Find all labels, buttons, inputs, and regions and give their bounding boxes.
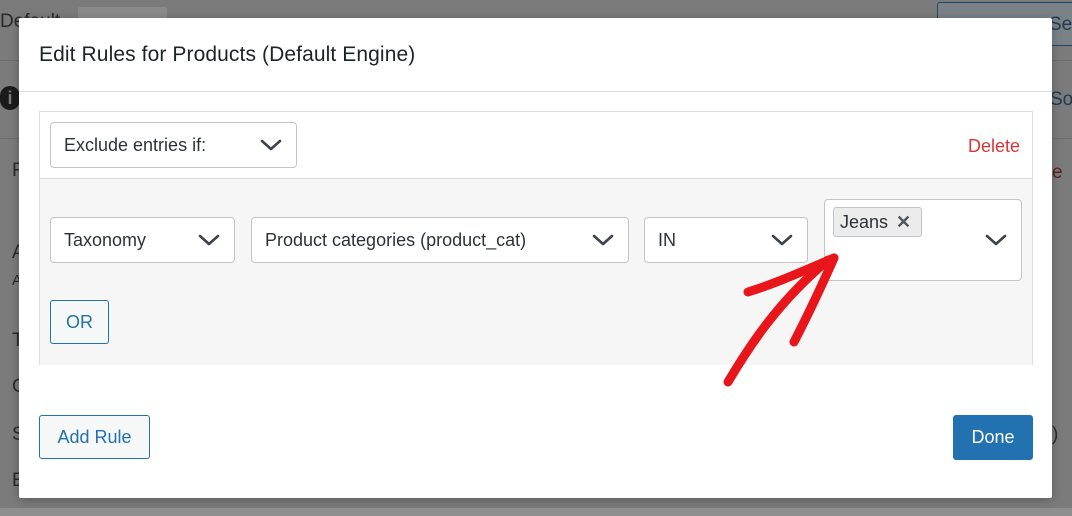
term-tag-label: Jeans — [840, 211, 889, 232]
close-icon[interactable]: ✕ — [896, 212, 911, 233]
add-rule-button[interactable]: Add Rule — [39, 415, 150, 459]
info-icon: i — [0, 86, 20, 110]
term-tag: Jeans ✕ — [833, 207, 923, 237]
rule-group-header: Exclude entries if: Delete — [40, 112, 1032, 179]
modal-title: Edit Rules for Products (Default Engine) — [39, 43, 416, 66]
rule-mode-select[interactable]: Exclude entries if: — [50, 122, 297, 168]
chevron-down-icon — [771, 234, 793, 246]
terms-multiselect[interactable]: Jeans ✕ — [824, 199, 1022, 281]
done-button[interactable]: Done — [953, 415, 1033, 460]
rule-group: Exclude entries if: Delete Taxonomy Prod… — [39, 111, 1033, 365]
modal-header: Edit Rules for Products (Default Engine) — [19, 18, 1052, 92]
taxonomy-value: Product categories (product_cat) — [265, 229, 527, 250]
operator-value: IN — [658, 229, 676, 250]
background-footer — [0, 508, 1072, 516]
condition-type-select[interactable]: Taxonomy — [50, 217, 235, 263]
condition-type-value: Taxonomy — [64, 229, 147, 250]
taxonomy-select[interactable]: Product categories (product_cat) — [251, 217, 629, 263]
background-letter: ) — [1052, 424, 1059, 445]
chevron-down-icon — [592, 234, 614, 246]
rule-condition-area: Taxonomy Product categories (product_cat… — [40, 179, 1032, 365]
background-button-label: Set — [1049, 14, 1072, 35]
edit-rules-modal: Edit Rules for Products (Default Engine)… — [19, 18, 1052, 498]
background-link: So — [1050, 89, 1072, 110]
rule-mode-value: Exclude entries if: — [64, 134, 207, 155]
chevron-down-icon — [260, 139, 282, 151]
background-letter: e — [1052, 162, 1063, 183]
delete-rule-link[interactable]: Delete — [968, 136, 1020, 157]
chevron-down-icon — [198, 234, 220, 246]
or-button[interactable]: OR — [50, 300, 109, 344]
chevron-down-icon[interactable] — [985, 234, 1007, 246]
operator-select[interactable]: IN — [644, 217, 808, 263]
